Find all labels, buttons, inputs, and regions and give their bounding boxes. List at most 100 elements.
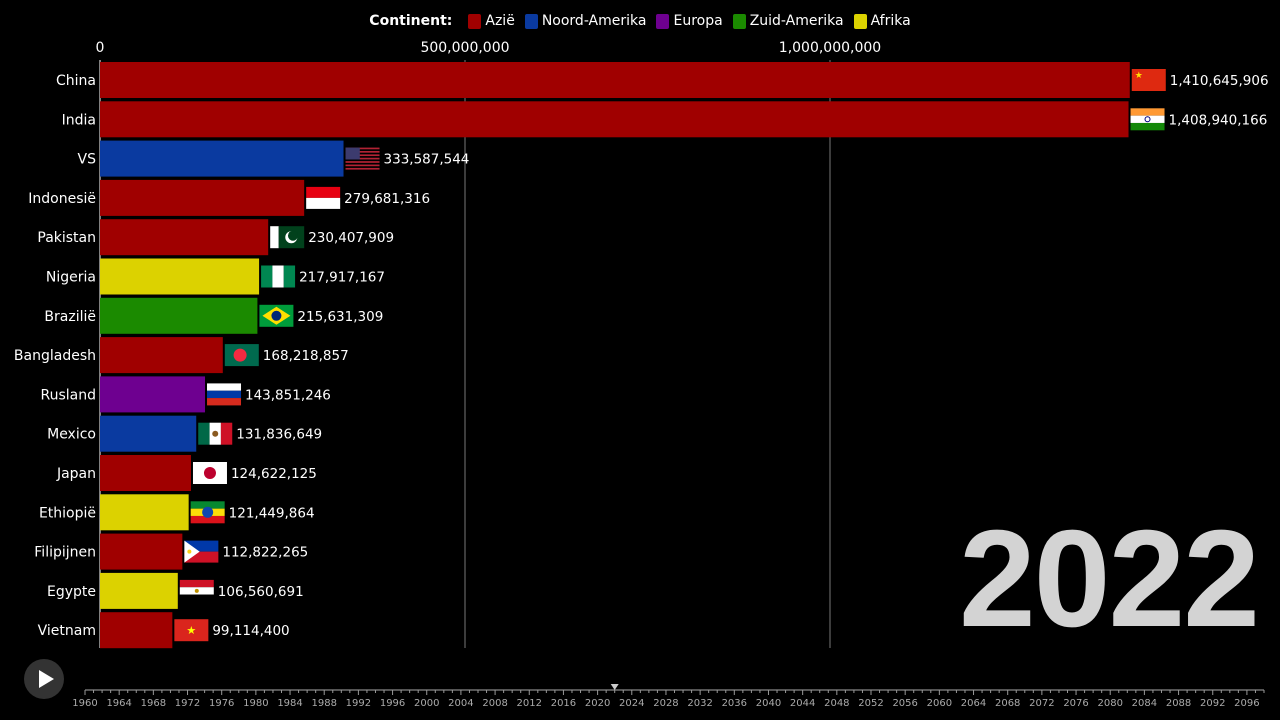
timeline-year-label: 2064: [961, 698, 986, 709]
bar-row: Nigeria 217,917,167: [46, 258, 385, 295]
timeline-year-label: 1972: [175, 698, 200, 709]
category-label: Vietnam: [38, 623, 96, 639]
category-label: Egypte: [47, 584, 96, 600]
category-label: Nigeria: [46, 270, 96, 286]
timeline-year-label: 1964: [106, 698, 131, 709]
brazil-flag-icon: [259, 304, 294, 327]
timeline-year-label: 2024: [619, 698, 644, 709]
bar: [100, 494, 189, 531]
pakistan-flag-icon: [270, 226, 305, 249]
bar: [100, 612, 173, 649]
category-label: China: [56, 73, 96, 89]
bar: [100, 140, 344, 177]
bar-row: Rusland 143,851,246: [41, 376, 331, 413]
timeline-year-label: 2020: [585, 698, 610, 709]
bar: [100, 376, 206, 413]
timeline-year-label: 2000: [414, 698, 439, 709]
value-label: 124,622,125: [231, 466, 317, 482]
bangladesh-flag-icon: [224, 344, 259, 367]
timeline-year-label: 1984: [277, 698, 302, 709]
bar: [100, 297, 258, 334]
bar-row: Bangladesh 168,218,857: [14, 337, 349, 374]
bar-row: Brazilië 215,631,309: [44, 297, 383, 334]
usa-flag-icon: [345, 147, 380, 170]
bar: [100, 533, 183, 570]
value-label: 121,449,864: [229, 505, 315, 521]
bar-row: Pakistan 230,407,909: [37, 219, 394, 256]
timeline-year-label: 2056: [892, 698, 917, 709]
value-label: 143,851,246: [245, 387, 331, 403]
india-flag-icon: [1130, 108, 1165, 131]
value-label: 217,917,167: [299, 270, 385, 286]
bar-row: China ★ 1,410,645,906: [56, 62, 1269, 98]
value-label: 99,114,400: [212, 623, 289, 639]
bar: [100, 415, 197, 452]
bar: [100, 337, 223, 374]
bar-row: Japan 124,622,125: [56, 455, 317, 491]
bar-row: Egypte 106,560,691: [47, 572, 304, 609]
svg-text:★: ★: [1135, 71, 1143, 81]
bar-row: Vietnam ★ 99,114,400: [38, 612, 290, 649]
timeline-year-label: 1988: [311, 698, 336, 709]
timeline-year-label: 1980: [243, 698, 268, 709]
timeline-handle[interactable]: [610, 684, 619, 690]
svg-text:★: ★: [186, 624, 196, 637]
value-label: 230,407,909: [308, 230, 394, 246]
timeline-year-label: 2080: [1097, 698, 1122, 709]
timeline-year-label: 2096: [1234, 698, 1259, 709]
japan-flag-icon: [192, 462, 227, 484]
russia-flag-icon: [207, 383, 242, 406]
timeline-year-label: 2048: [824, 698, 849, 709]
ethiopia-flag-icon: [190, 501, 225, 524]
category-label: Japan: [56, 466, 96, 482]
timeline-year-label: 2060: [927, 698, 952, 709]
timeline-year-label: 2084: [1132, 698, 1157, 709]
mexico-flag-icon: [198, 422, 233, 445]
egypt-flag-icon: [179, 579, 214, 602]
bar-row: Ethiopië 121,449,864: [39, 494, 315, 531]
timeline-year-label: 2012: [517, 698, 542, 709]
bar-row: Mexico 131,836,649: [47, 415, 322, 452]
category-label: Mexico: [47, 427, 96, 443]
timeline-year-label: 2076: [1063, 698, 1088, 709]
timeline-year-label: 2036: [722, 698, 747, 709]
category-label: VS: [78, 152, 97, 168]
category-label: Rusland: [41, 387, 97, 403]
bar-row: VS 333,587,544: [78, 140, 470, 177]
value-label: 106,560,691: [218, 584, 304, 600]
play-button[interactable]: [24, 659, 64, 699]
bar-row: Indonesië 279,681,316: [28, 179, 430, 216]
timeline-year-label: 2088: [1166, 698, 1191, 709]
value-label: 1,410,645,906: [1170, 73, 1269, 89]
category-label: Indonesië: [28, 191, 96, 207]
category-label: Brazilië: [44, 309, 96, 325]
value-label: 1,408,940,166: [1169, 112, 1268, 128]
bar: [100, 572, 178, 609]
value-label: 112,822,265: [222, 545, 308, 561]
x-tick-label: 0: [96, 40, 105, 56]
bar: [100, 62, 1130, 98]
x-tick-label: 500,000,000: [420, 40, 509, 56]
category-label: Pakistan: [37, 230, 96, 246]
bar-row: India 1,408,940,166: [62, 101, 1268, 138]
timeline-year-label: 2044: [790, 698, 815, 709]
timeline-year-label: 2008: [482, 698, 507, 709]
year-label: 2022: [959, 502, 1260, 656]
philippines-flag-icon: [184, 540, 219, 563]
bar: [100, 455, 191, 491]
timeline-year-label: 2040: [756, 698, 781, 709]
timeline-year-label: 2072: [1029, 698, 1054, 709]
timeline-year-label: 1992: [346, 698, 371, 709]
value-label: 215,631,309: [297, 309, 383, 325]
value-label: 333,587,544: [384, 152, 470, 168]
bar: [100, 258, 260, 295]
bar: [100, 101, 1129, 138]
timeline-year-label: 2004: [448, 698, 473, 709]
indonesia-flag-icon: [306, 186, 341, 209]
timeline-year-label: 2092: [1200, 698, 1225, 709]
timeline-year-label: 2028: [653, 698, 678, 709]
nigeria-flag-icon: [261, 265, 296, 288]
bar: [100, 219, 269, 256]
category-label: India: [62, 112, 96, 128]
category-label: Filipijnen: [34, 545, 96, 561]
